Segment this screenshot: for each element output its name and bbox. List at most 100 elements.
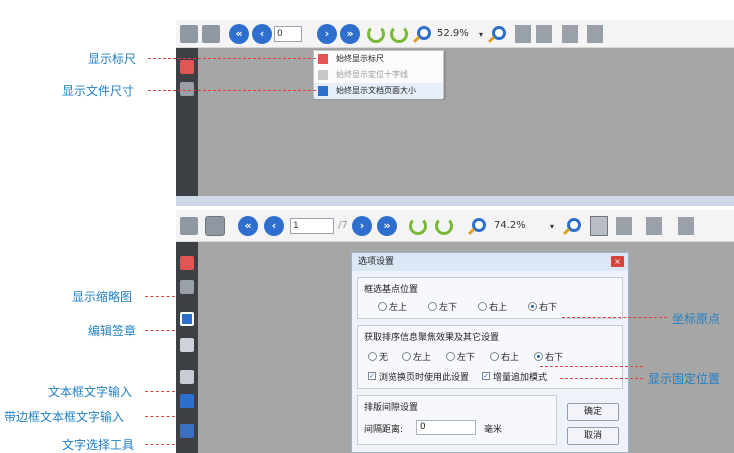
page-count: /7: [338, 220, 348, 231]
first-page-icon[interactable]: «: [238, 216, 258, 236]
bordered-text-box-icon[interactable]: [180, 394, 194, 408]
spacing-input[interactable]: 0: [416, 420, 476, 435]
annotation-show-ruler: 显示标尺: [88, 52, 137, 66]
fit-width-icon[interactable]: [180, 25, 198, 43]
thumbnail-icon[interactable]: [180, 280, 194, 294]
thumbnail-icon[interactable]: [180, 82, 194, 96]
bottom-toolbar: « ‹ 1 /7 › » 74.2% ▾: [176, 210, 734, 242]
ruler-icon: [318, 54, 328, 64]
two-page-icon[interactable]: [562, 25, 578, 43]
zoom-in-icon[interactable]: [417, 26, 431, 40]
spacing-unit: 毫米: [484, 425, 503, 435]
fit-height-icon[interactable]: [202, 25, 220, 43]
text-select-icon[interactable]: [180, 424, 194, 438]
menu-item-show-ruler-label: 始终显示标尺: [336, 54, 384, 63]
first-page-icon[interactable]: «: [229, 24, 249, 44]
ok-button[interactable]: 确定: [567, 403, 619, 421]
continuous-page-icon[interactable]: [616, 217, 632, 235]
bookmark-icon[interactable]: [180, 256, 194, 270]
prev-page-icon[interactable]: ‹: [264, 216, 284, 236]
browse-page-label: 浏览换页时使用此设置: [379, 373, 470, 383]
rotate-left-icon[interactable]: [367, 25, 385, 43]
edit-signature-icon[interactable]: [180, 312, 194, 326]
page-size-icon: [318, 86, 328, 96]
grid-page-icon[interactable]: [587, 25, 603, 43]
incremental-mode-label: 增量追加模式: [493, 373, 548, 383]
bookmark-icon[interactable]: [180, 60, 194, 74]
annotation-text-box-input: 文本框文字输入: [48, 385, 133, 399]
next-page-icon[interactable]: ›: [352, 216, 372, 236]
menu-item-show-ruler[interactable]: 始终显示标尺: [314, 51, 443, 67]
zoom-dropdown-icon[interactable]: ▾: [479, 30, 483, 39]
last-page-icon[interactable]: »: [340, 24, 360, 44]
ruler-context-menu: 始终显示标尺 始终显示定位十字线 始终显示文档页面大小: [313, 50, 444, 99]
panel-divider: [176, 196, 734, 206]
leader-show-thumbnail: [145, 296, 175, 297]
fit-height-icon[interactable]: [205, 216, 225, 236]
leader-bordered-text-box-input: [145, 416, 175, 417]
browse-page-checkbox[interactable]: ✓ 浏览换页时使用此设置: [368, 370, 469, 383]
spacing-group: 排版间隙设置 间隔距离: 0 毫米: [357, 395, 557, 445]
prev-page-icon[interactable]: ‹: [252, 24, 272, 44]
single-page-icon[interactable]: [515, 25, 531, 43]
spacing-label: 间隔距离:: [364, 425, 404, 435]
top-toolbar: « ‹ 0 › » 52.9% ▾: [176, 20, 734, 48]
radio-focus-top-left[interactable]: 左上: [402, 350, 431, 363]
radio-base-bottom-left[interactable]: 左下: [428, 300, 457, 313]
radio-base-top-left[interactable]: 左上: [378, 300, 407, 313]
zoom-level[interactable]: 74.2%: [494, 220, 526, 231]
annotation-edit-signature: 编辑签章: [88, 324, 137, 338]
page-number-input[interactable]: 1: [290, 218, 334, 234]
menu-item-show-crosshair[interactable]: 始终显示定位十字线: [314, 67, 443, 83]
radio-focus-bottom-right[interactable]: 右下: [534, 350, 563, 363]
cancel-button[interactable]: 取消: [567, 427, 619, 445]
radio-base-top-right[interactable]: 右上: [478, 300, 507, 313]
two-page-icon[interactable]: [646, 217, 662, 235]
check-icon: ✓: [482, 372, 490, 380]
top-sidebar: [176, 48, 198, 196]
zoom-in-icon[interactable]: [472, 218, 486, 232]
annotation-show-thumbnail: 显示缩略图: [72, 290, 133, 304]
top-document-canvas[interactable]: [198, 48, 734, 196]
leader-text-box-input: [145, 391, 175, 392]
grid-page-icon[interactable]: [678, 217, 694, 235]
radio-focus-none[interactable]: 无: [368, 350, 388, 363]
next-page-icon[interactable]: ›: [317, 24, 337, 44]
hand-tool-icon[interactable]: [180, 338, 194, 352]
leader-edit-signature: [145, 330, 175, 331]
rotate-left-icon[interactable]: [409, 217, 427, 235]
radio-focus-top-right[interactable]: 右上: [490, 350, 519, 363]
rotate-right-icon[interactable]: [435, 217, 453, 235]
annotation-show-fixed-position: 显示固定位置: [648, 372, 721, 386]
page-number-input[interactable]: 0: [274, 26, 302, 42]
screenshot-root: « ‹ 0 › » 52.9% ▾ 始终显示标尺 始终显示定位十字线 始终显示文…: [0, 0, 734, 453]
menu-item-show-crosshair-label: 始终显示定位十字线: [336, 70, 408, 79]
zoom-out-icon[interactable]: [567, 218, 581, 232]
leader-show-fixed-position: [560, 378, 643, 379]
menu-item-show-page-size-label: 始终显示文档页面大小: [336, 86, 416, 95]
last-page-icon[interactable]: »: [377, 216, 397, 236]
check-icon: ✓: [368, 372, 376, 380]
text-box-icon[interactable]: [180, 370, 194, 384]
crosshair-icon: [318, 70, 328, 80]
leader-show-file-size: [148, 90, 316, 91]
menu-item-show-page-size[interactable]: 始终显示文档页面大小: [314, 83, 443, 99]
close-icon[interactable]: ×: [611, 256, 624, 267]
radio-base-bottom-right[interactable]: 右下: [528, 300, 557, 313]
zoom-dropdown-icon[interactable]: ▾: [550, 222, 554, 231]
annotation-bordered-text-box-input: 带边框文本框文字输入: [4, 410, 125, 424]
zoom-out-icon[interactable]: [492, 26, 506, 40]
base-point-title: 框选基点位置: [364, 285, 419, 295]
radio-focus-bottom-left[interactable]: 左下: [446, 350, 475, 363]
continuous-page-icon[interactable]: [536, 25, 552, 43]
single-page-icon[interactable]: [590, 216, 608, 236]
zoom-level[interactable]: 52.9%: [437, 28, 469, 39]
incremental-mode-checkbox[interactable]: ✓ 增量追加模式: [482, 370, 547, 383]
focus-settings-title: 获取排序信息聚焦效果及其它设置: [364, 333, 500, 343]
top-viewer-panel: « ‹ 0 › » 52.9% ▾: [176, 10, 734, 196]
annotation-show-file-size: 显示文件尺寸: [62, 84, 135, 98]
fit-width-icon[interactable]: [180, 217, 198, 235]
rotate-right-icon[interactable]: [390, 25, 408, 43]
leader-show-ruler: [148, 58, 316, 59]
focus-settings-group: 获取排序信息聚焦效果及其它设置 无 左上 左下 右上 右下 ✓ 浏览换页时使用此…: [357, 325, 623, 389]
